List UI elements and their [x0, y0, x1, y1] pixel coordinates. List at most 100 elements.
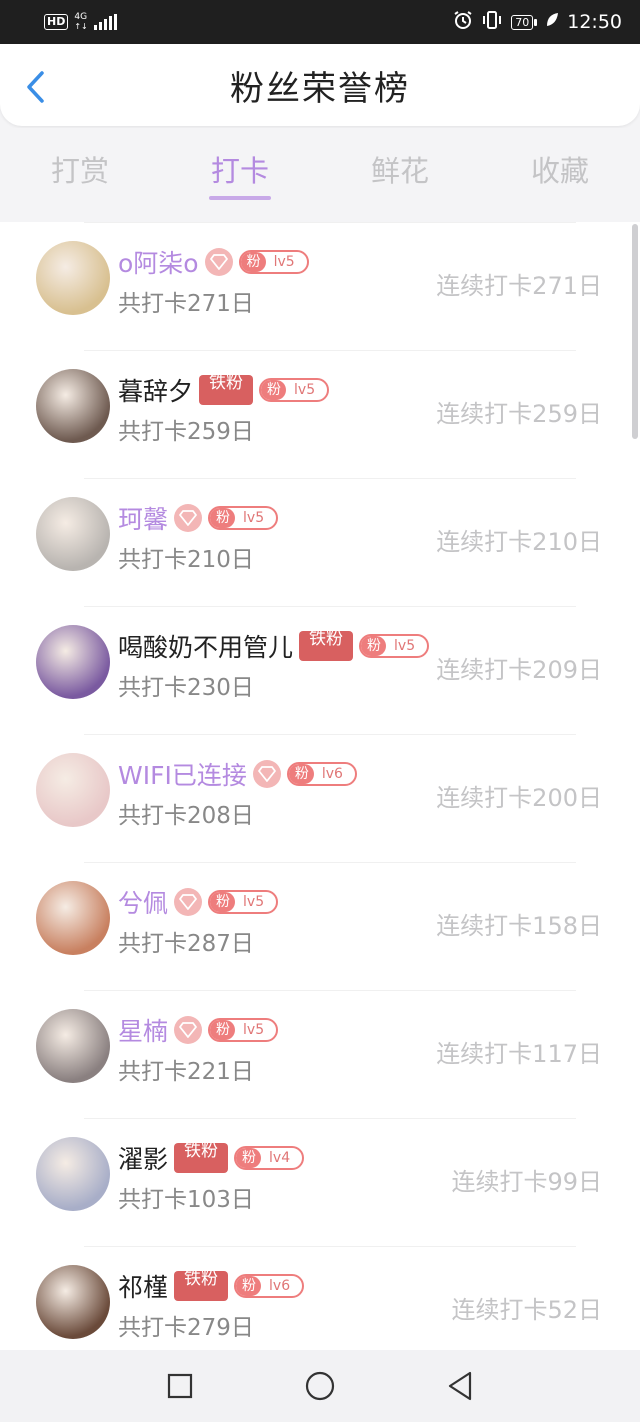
- fan-name[interactable]: o阿柒o: [118, 244, 199, 280]
- fan-level: lv4: [269, 1150, 291, 1166]
- avatar[interactable]: [36, 881, 110, 955]
- avatar[interactable]: [36, 1009, 110, 1083]
- total-checkin: 共打卡103日: [118, 1187, 254, 1213]
- row-divider: [84, 350, 576, 351]
- hd-icon: HD: [44, 14, 69, 30]
- fan-row[interactable]: 兮佩 粉 lv5 共打卡287日 连续打卡158日: [0, 862, 640, 990]
- diamond-icon: [252, 760, 281, 788]
- total-checkin: 共打卡230日: [118, 675, 254, 701]
- fan-row[interactable]: 珂馨 粉 lv5 共打卡210日 连续打卡210日: [0, 478, 640, 606]
- page-header: 粉丝荣誉榜: [0, 44, 640, 126]
- fan-tag: 粉: [210, 508, 236, 528]
- avatar[interactable]: [36, 753, 110, 827]
- fan-level-badge: 粉 lv6: [286, 762, 357, 786]
- tab-bar: 打赏 打卡 鲜花 收藏: [0, 128, 640, 208]
- scrollbar[interactable]: [632, 224, 638, 439]
- fan-name[interactable]: WIFI已连接: [118, 756, 247, 792]
- fan-name[interactable]: 祁槿: [118, 1268, 168, 1304]
- fan-level-badge: 粉 lv4: [234, 1146, 305, 1170]
- fan-name[interactable]: 星楠: [118, 1012, 168, 1048]
- diamond-icon: [204, 248, 233, 276]
- fan-row[interactable]: o阿柒o 粉 lv5 共打卡271日 连续打卡271日: [0, 222, 640, 350]
- battery-icon: 70: [511, 14, 538, 30]
- network-label: 4G ↑↓: [74, 12, 88, 32]
- fan-level-badge: 粉 lv5: [238, 250, 309, 274]
- iron-fan-badge: 铁粉: [299, 631, 354, 661]
- fan-level: lv5: [394, 638, 416, 654]
- back-button[interactable]: [18, 70, 52, 104]
- signal-icon: [93, 14, 117, 30]
- streak-checkin: 连续打卡52日: [451, 1296, 602, 1324]
- fan-level: lv5: [273, 254, 295, 270]
- name-row: 喝酸奶不用管儿 铁粉 粉 lv5: [118, 628, 430, 664]
- fan-tag: 粉: [261, 380, 287, 400]
- fan-row[interactable]: 祁槿 铁粉 粉 lv6 共打卡279日 连续打卡52日: [0, 1246, 640, 1350]
- iron-fan-badge: 铁粉: [174, 1143, 229, 1173]
- triangle-back-icon: [448, 1371, 472, 1401]
- row-divider: [84, 990, 576, 991]
- row-divider: [84, 1118, 576, 1119]
- fan-row[interactable]: 星楠 粉 lv5 共打卡221日 连续打卡117日: [0, 990, 640, 1118]
- total-checkin: 共打卡221日: [118, 1059, 254, 1085]
- avatar[interactable]: [36, 625, 110, 699]
- back-nav-button[interactable]: [444, 1370, 476, 1402]
- leaf-icon: [545, 11, 559, 33]
- square-icon: [167, 1373, 193, 1399]
- total-checkin: 共打卡259日: [118, 419, 254, 445]
- status-bar: HD 4G ↑↓ 70 12:50: [0, 0, 640, 44]
- fan-row[interactable]: 濯影 铁粉 粉 lv4 共打卡103日 连续打卡99日: [0, 1118, 640, 1246]
- fan-tag: 粉: [210, 892, 236, 912]
- fan-level: lv5: [243, 894, 265, 910]
- fan-name[interactable]: 喝酸奶不用管儿: [118, 628, 293, 664]
- fan-name[interactable]: 暮辞夕: [118, 372, 193, 408]
- name-row: WIFI已连接 粉 lv6: [118, 756, 357, 792]
- streak-checkin: 连续打卡271日: [436, 272, 602, 300]
- chevron-left-icon: [27, 71, 44, 103]
- total-checkin: 共打卡271日: [118, 291, 254, 317]
- alarm-icon: [453, 10, 473, 35]
- recent-apps-button[interactable]: [164, 1370, 196, 1402]
- fan-row[interactable]: 暮辞夕 铁粉 粉 lv5 共打卡259日 连续打卡259日: [0, 350, 640, 478]
- tab-reward[interactable]: 打赏: [0, 128, 160, 208]
- fan-level: lv6: [269, 1278, 291, 1294]
- streak-checkin: 连续打卡117日: [436, 1040, 602, 1068]
- name-row: 濯影 铁粉 粉 lv4: [118, 1140, 305, 1176]
- fan-level-badge: 粉 lv5: [259, 378, 330, 402]
- diamond-icon: [174, 504, 203, 532]
- fan-level: lv6: [321, 766, 343, 782]
- avatar[interactable]: [36, 497, 110, 571]
- status-right: 70 12:50: [453, 10, 622, 35]
- fan-level-badge: 粉 lv5: [359, 634, 430, 658]
- fan-level: lv5: [243, 510, 265, 526]
- avatar[interactable]: [36, 1265, 110, 1339]
- iron-fan-badge: 铁粉: [174, 1271, 229, 1301]
- streak-checkin: 连续打卡259日: [436, 400, 602, 428]
- tab-flowers[interactable]: 鲜花: [320, 128, 480, 208]
- name-row: 星楠 粉 lv5: [118, 1012, 279, 1048]
- avatar[interactable]: [36, 369, 110, 443]
- streak-checkin: 连续打卡210日: [436, 528, 602, 556]
- diamond-icon: [174, 1016, 203, 1044]
- vibrate-icon: [481, 10, 503, 35]
- home-button[interactable]: [304, 1370, 336, 1402]
- name-row: 珂馨 粉 lv5: [118, 500, 279, 536]
- avatar[interactable]: [36, 241, 110, 315]
- row-divider: [84, 606, 576, 607]
- name-row: 兮佩 粉 lv5: [118, 884, 279, 920]
- tab-checkin[interactable]: 打卡: [160, 128, 320, 208]
- fan-tag: 粉: [240, 252, 266, 272]
- fan-level-badge: 粉 lv6: [234, 1274, 305, 1298]
- fan-name[interactable]: 濯影: [118, 1140, 168, 1176]
- fan-row[interactable]: 喝酸奶不用管儿 铁粉 粉 lv5 共打卡230日 连续打卡209日: [0, 606, 640, 734]
- row-divider: [84, 222, 576, 223]
- fan-row[interactable]: WIFI已连接 粉 lv6 共打卡208日 连续打卡200日: [0, 734, 640, 862]
- total-checkin: 共打卡208日: [118, 803, 254, 829]
- row-divider: [84, 734, 576, 735]
- fan-tag: 粉: [288, 764, 314, 784]
- avatar[interactable]: [36, 1137, 110, 1211]
- system-nav-bar: [0, 1350, 640, 1422]
- tab-favorites[interactable]: 收藏: [480, 128, 640, 208]
- iron-fan-badge: 铁粉: [199, 375, 254, 405]
- fan-name[interactable]: 兮佩: [118, 884, 168, 920]
- fan-name[interactable]: 珂馨: [118, 500, 168, 536]
